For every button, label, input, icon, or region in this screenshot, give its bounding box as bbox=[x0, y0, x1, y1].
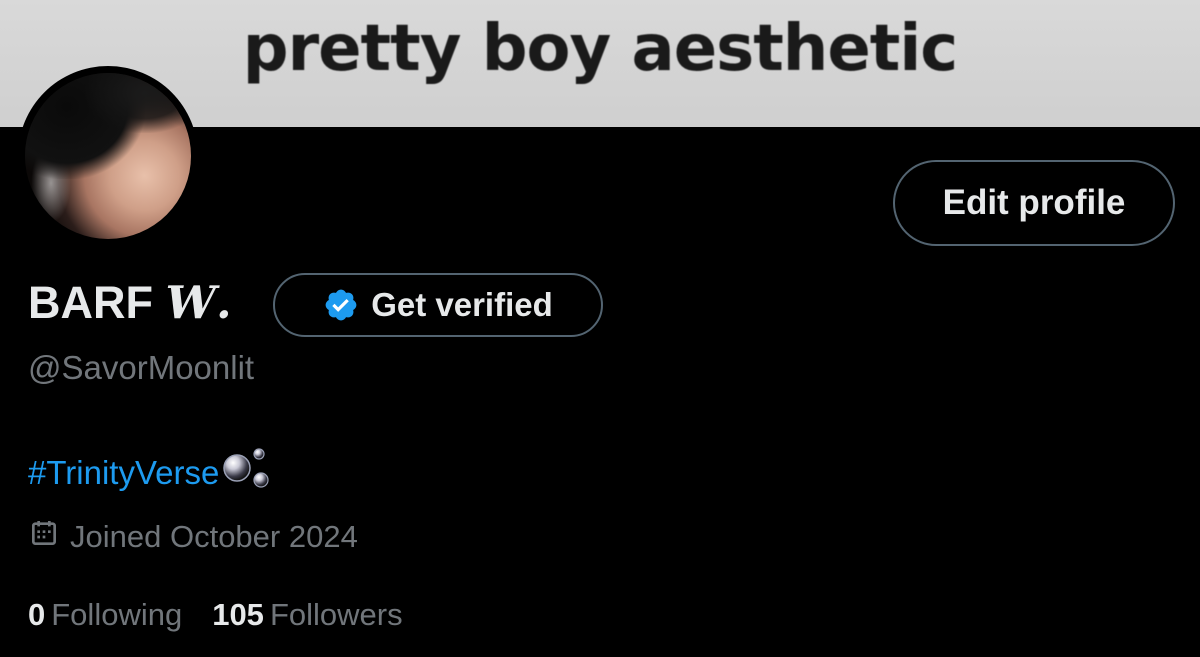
followers-count: 105 bbox=[212, 597, 264, 632]
following-count: 0 bbox=[28, 597, 46, 632]
following-label: Following bbox=[51, 597, 183, 632]
avatar[interactable] bbox=[18, 66, 198, 246]
joined-text: Joined October 2024 bbox=[70, 519, 358, 554]
calendar-icon bbox=[28, 517, 60, 557]
avatar-image bbox=[25, 73, 191, 239]
display-name: BARF 𝑾. bbox=[28, 276, 232, 329]
get-verified-button[interactable]: Get verified bbox=[273, 273, 603, 337]
joined-date: Joined October 2024 bbox=[28, 517, 358, 557]
get-verified-label: Get verified bbox=[371, 286, 553, 323]
following-link[interactable]: 0 Following bbox=[28, 597, 182, 633]
display-name-text: BARF bbox=[28, 277, 153, 328]
bio: #TrinityVerse bbox=[28, 446, 275, 500]
followers-label: Followers bbox=[269, 597, 403, 632]
verified-badge-icon bbox=[323, 287, 359, 323]
bio-hashtag-link[interactable]: #TrinityVerse bbox=[28, 454, 219, 492]
display-name-fancy: 𝑾. bbox=[165, 276, 232, 329]
edit-profile-button[interactable]: Edit profile bbox=[893, 160, 1175, 246]
followers-link[interactable]: 105 Followers bbox=[212, 597, 402, 633]
bubbles-icon bbox=[221, 446, 275, 500]
user-handle: @SavorMoonlit bbox=[28, 349, 255, 386]
follow-stats: 0 Following 105 Followers bbox=[28, 597, 403, 633]
